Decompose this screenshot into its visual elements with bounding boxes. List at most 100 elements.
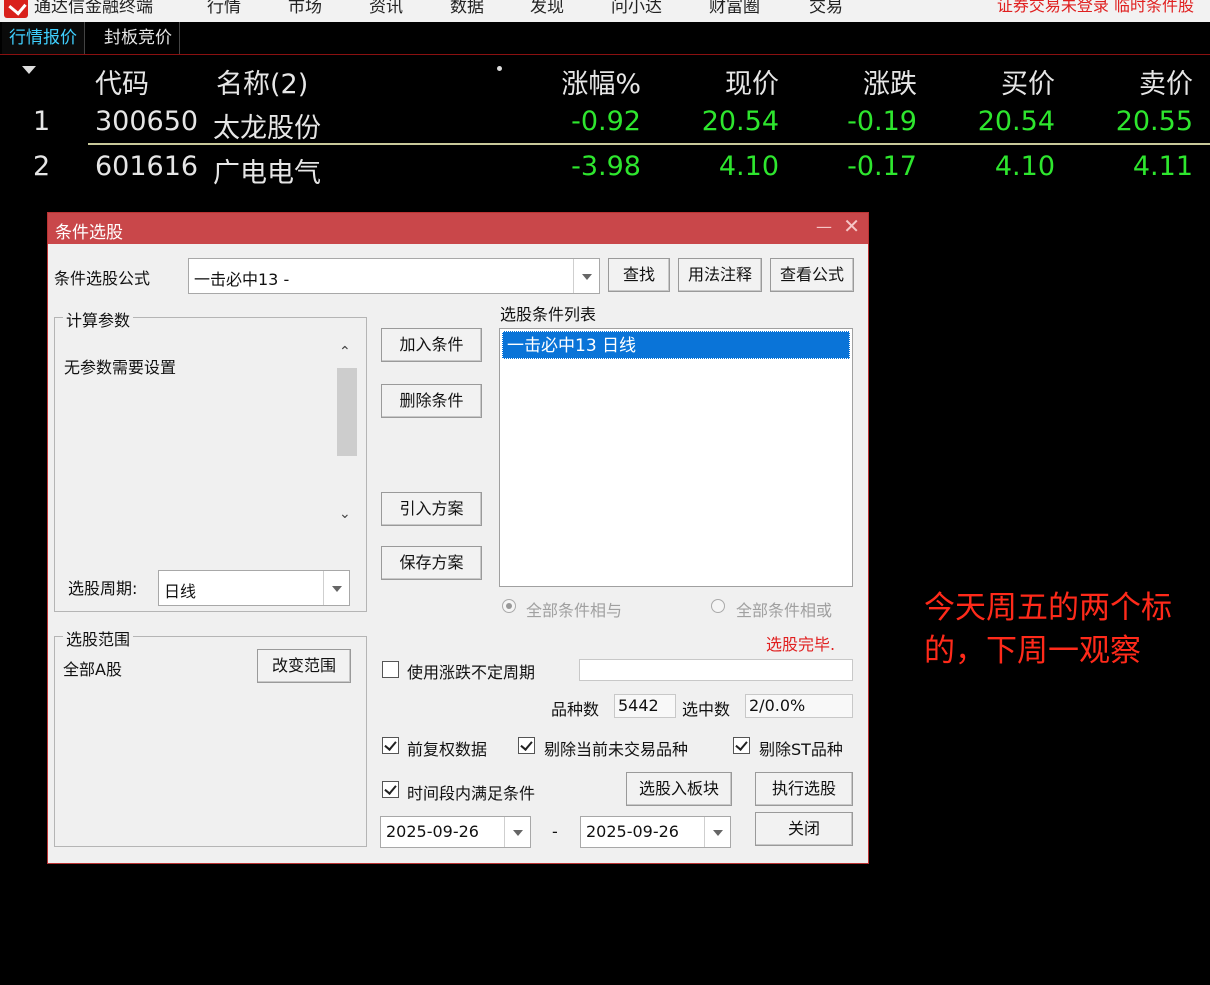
chevron-down-icon[interactable] — [504, 817, 530, 847]
chevron-down-icon[interactable] — [323, 571, 349, 605]
minimize-icon[interactable]: — — [816, 217, 832, 236]
exclude-st-checkbox[interactable] — [733, 737, 750, 754]
period-condition-checkbox[interactable] — [382, 781, 399, 798]
import-plan-button[interactable]: 引入方案 — [381, 492, 482, 526]
formula-label: 条件选股公式 — [54, 269, 151, 288]
header-pct[interactable]: 涨幅% — [561, 62, 641, 101]
usage-button[interactable]: 用法注释 — [678, 258, 762, 292]
tab-bar: 行情报价 封板竞价 — [0, 22, 1210, 55]
stock-screen-dialog: 条件选股 — ✕ 条件选股公式 一击必中13 - 查找 用法注释 查看公式 计算… — [47, 212, 869, 864]
menu-item-discover[interactable]: 发现 — [530, 0, 564, 17]
row-name: 太龙股份 — [213, 113, 321, 144]
count-label: 品种数 — [551, 700, 600, 719]
menu-item-wealth[interactable]: 财富圈 — [709, 0, 760, 17]
annotation-text: 今天周五的两个标 的，下周一观察 — [924, 587, 1204, 673]
radio-all-and-label: 全部条件相与 — [526, 601, 623, 620]
radio-all-or[interactable] — [711, 599, 725, 613]
range-group-title: 选股范围 — [63, 626, 134, 650]
uncertain-period-label: 使用涨跌不定周期 — [407, 663, 536, 682]
scroll-thumb[interactable] — [337, 368, 357, 456]
top-menubar: 通达信金融终端 行情 市场 资讯 数据 发现 问小达 财富圈 交易 证券交易未登… — [0, 0, 1210, 22]
scroll-up-icon[interactable]: ⌃ — [339, 344, 351, 360]
add-condition-button[interactable]: 加入条件 — [381, 328, 482, 362]
radio-all-and[interactable] — [502, 599, 516, 613]
menu-item-market[interactable]: 市场 — [288, 0, 322, 17]
row-selection-line — [88, 143, 1210, 145]
close-button[interactable]: 关闭 — [755, 812, 853, 846]
chevron-down-icon[interactable] — [573, 259, 599, 293]
row-ask: 4.11 — [1132, 151, 1193, 182]
row-price: 4.10 — [718, 151, 779, 182]
row-index: 1 — [33, 106, 51, 137]
selected-value: 2/0.0% — [745, 694, 853, 718]
to-block-button[interactable]: 选股入板块 — [626, 772, 732, 806]
radio-all-or-label: 全部条件相或 — [736, 601, 833, 620]
header-change[interactable]: 涨跌 — [863, 62, 917, 101]
sort-arrow-icon[interactable] — [22, 66, 36, 74]
login-status[interactable]: 证券交易未登录 临时条件股 — [997, 0, 1194, 16]
list-item[interactable]: 一击必中13 日线 — [502, 331, 850, 359]
uncertain-period-checkbox[interactable] — [382, 661, 399, 678]
close-icon[interactable]: ✕ — [843, 214, 860, 238]
menu-item-news[interactable]: 资讯 — [369, 0, 403, 17]
row-ask: 20.55 — [1115, 106, 1193, 137]
period-condition-label: 时间段内满足条件 — [407, 784, 536, 803]
date-to-value: 2025-09-26 — [586, 822, 679, 841]
header-price[interactable]: 现价 — [725, 62, 779, 101]
app-name: 通达信金融终端 — [34, 0, 153, 17]
chevron-down-icon[interactable] — [704, 817, 730, 847]
period-select-value: 日线 — [164, 582, 197, 601]
date-from-picker[interactable]: 2025-09-26 — [380, 816, 531, 848]
dialog-titlebar[interactable]: 条件选股 — ✕ — [48, 213, 868, 244]
date-separator: - — [552, 822, 558, 841]
row-index: 2 — [33, 151, 51, 182]
count-value: 5442 — [614, 694, 676, 718]
header-ask[interactable]: 卖价 — [1139, 62, 1193, 101]
row-bid: 4.10 — [994, 151, 1055, 182]
row-bid: 20.54 — [977, 106, 1055, 137]
params-text: 无参数需要设置 — [64, 358, 177, 377]
dialog-title: 条件选股 — [55, 223, 123, 243]
find-button[interactable]: 查找 — [608, 258, 670, 292]
delete-condition-button[interactable]: 删除条件 — [381, 384, 482, 418]
exclude-st-label: 剔除ST品种 — [759, 740, 843, 759]
row-change: -0.17 — [847, 151, 917, 182]
exclude-untraded-checkbox[interactable] — [518, 737, 535, 754]
status-text: 选股完毕. — [766, 635, 836, 654]
column-marker-icon — [497, 66, 502, 71]
uncertain-period-input[interactable] — [579, 659, 853, 681]
tab-limit-up-auction[interactable]: 封板竞价 — [97, 22, 180, 54]
tab-quotes[interactable]: 行情报价 — [2, 22, 85, 54]
params-scrollbar[interactable]: ⌃ ⌄ — [335, 342, 357, 532]
header-bid[interactable]: 买价 — [1001, 62, 1055, 101]
row-code: 300650 — [95, 106, 199, 137]
menu-item-quotes[interactable]: 行情 — [207, 0, 241, 17]
condition-list-label: 选股条件列表 — [500, 305, 597, 324]
menu-item-data[interactable]: 数据 — [450, 0, 484, 17]
row-price: 20.54 — [701, 106, 779, 137]
annotation-line-1: 今天周五的两个标 — [924, 590, 1172, 626]
condition-list[interactable]: 一击必中13 日线 — [499, 328, 853, 587]
date-to-picker[interactable]: 2025-09-26 — [580, 816, 731, 848]
header-name[interactable]: 名称(2) — [216, 62, 308, 101]
date-from-value: 2025-09-26 — [386, 822, 479, 841]
params-group: 计算参数 无参数需要设置 ⌃ ⌄ 选股周期: 日线 — [54, 307, 367, 612]
row-name: 广电电气 — [213, 158, 321, 189]
scroll-down-icon[interactable]: ⌄ — [339, 506, 351, 522]
header-code[interactable]: 代码 — [95, 62, 149, 101]
forward-adjust-checkbox[interactable] — [382, 737, 399, 754]
change-range-button[interactable]: 改变范围 — [257, 649, 351, 683]
app-logo-icon — [4, 0, 28, 18]
menu-item-assistant[interactable]: 问小达 — [611, 0, 662, 17]
formula-select[interactable]: 一击必中13 - — [188, 258, 600, 294]
execute-button[interactable]: 执行选股 — [755, 772, 853, 806]
save-plan-button[interactable]: 保存方案 — [381, 546, 482, 580]
row-code: 601616 — [95, 151, 199, 182]
forward-adjust-label: 前复权数据 — [407, 740, 488, 759]
view-formula-button[interactable]: 查看公式 — [770, 258, 854, 292]
range-value: 全部A股 — [63, 660, 122, 679]
period-select[interactable]: 日线 — [158, 570, 350, 606]
menu-item-trade[interactable]: 交易 — [809, 0, 843, 17]
row-pct: -0.92 — [571, 106, 641, 137]
selected-label: 选中数 — [682, 700, 731, 719]
